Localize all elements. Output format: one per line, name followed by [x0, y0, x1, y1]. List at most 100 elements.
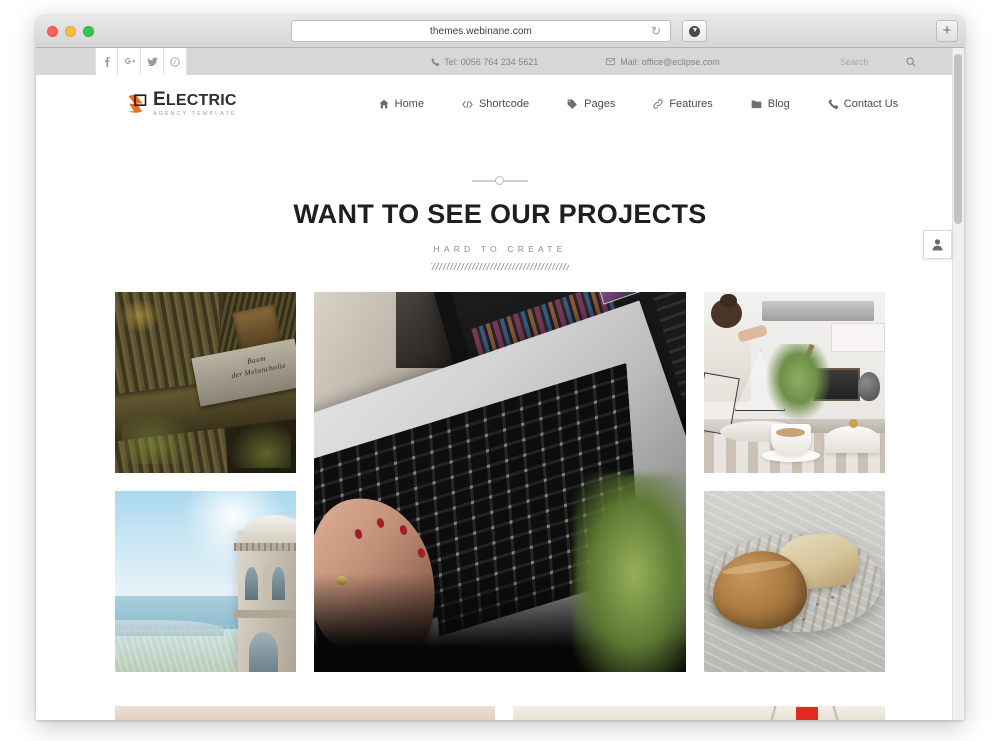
browser-titlebar: themes.webinane.com ↻ +: [36, 15, 964, 48]
line-with-circle-divider-icon: [472, 175, 528, 185]
new-tab-button[interactable]: +: [936, 20, 958, 42]
address-bar[interactable]: themes.webinane.com ↻: [291, 20, 671, 42]
range-hood: [761, 301, 875, 321]
twitter-icon[interactable]: [141, 48, 164, 75]
nav-item-home[interactable]: Home: [379, 98, 424, 110]
phone-icon: [828, 99, 838, 109]
autumn-leaves: [120, 299, 161, 332]
decor-stroke: [768, 706, 777, 720]
tree-with-sign-image: Baum der Melancholie: [115, 292, 296, 473]
kitchen-cabinet: [830, 322, 885, 352]
bread-on-board-image: [704, 491, 885, 672]
project-gallery: Baum der Melancholie: [115, 292, 885, 672]
folder-icon: [751, 100, 762, 108]
nav-label: Shortcode: [478, 98, 530, 110]
site-logo[interactable]: ELECTRIC AGENCY TEMPLATE: [126, 90, 237, 117]
desktop-backdrop: themes.webinane.com ↻ + Tel: 0056 764 23…: [0, 0, 1000, 741]
site-header: ELECTRIC AGENCY TEMPLATE Home Shortcode: [36, 75, 964, 133]
gallery-item-kitchen-scene[interactable]: [704, 292, 885, 473]
logo-tagline: AGENCY TEMPLATE: [153, 111, 237, 118]
tower-column: [263, 565, 271, 604]
nav-label: Blog: [767, 98, 790, 110]
cake-dome: [825, 425, 880, 454]
user-icon: [932, 239, 943, 251]
decor-stroke: [832, 706, 840, 720]
logo-text: ELECTRIC AGENCY TEMPLATE: [153, 90, 237, 117]
mail-text: Mail: office@eclipse.com: [620, 56, 720, 67]
logo-initial: E: [153, 89, 166, 111]
moss-patch-left: [122, 413, 195, 464]
phone-text: Tel: 0056 764 234 5621: [444, 56, 539, 67]
close-window-button[interactable]: [47, 26, 58, 37]
potted-plant: [765, 344, 831, 421]
kettle: [857, 371, 880, 401]
link-icon: [653, 99, 663, 109]
gallery-item-coastal-tower[interactable]: [115, 491, 296, 672]
search-icon[interactable]: [906, 57, 916, 67]
account-tab[interactable]: [923, 230, 952, 259]
cake-dome-knob: [848, 418, 858, 428]
nav-item-features[interactable]: Features: [653, 98, 713, 110]
code-icon: [462, 100, 473, 108]
tower-cornice: [234, 543, 296, 551]
page-subtitle: HARD TO CREATE: [433, 244, 567, 254]
woman-hair-bun: [720, 293, 737, 309]
scrollbar-thumb[interactable]: [954, 54, 962, 224]
nav-item-pages[interactable]: Pages: [567, 98, 615, 110]
phone-icon: [431, 57, 440, 66]
lightning-bolt-icon: [126, 93, 148, 115]
nav-item-blog[interactable]: Blog: [751, 98, 790, 110]
nav-label: Contact Us: [843, 98, 899, 110]
facebook-icon[interactable]: [95, 48, 118, 75]
download-glyph: [689, 25, 700, 37]
gallery-next-row: [115, 706, 885, 720]
minimize-window-button[interactable]: [65, 26, 76, 37]
social-links: [95, 48, 187, 75]
tower-base-band: [234, 610, 296, 618]
gallery-item-laptop-with-hand[interactable]: [314, 292, 686, 672]
nav-label: Pages: [584, 98, 616, 110]
hatched-line-divider-icon: [431, 263, 569, 270]
home-icon: [379, 99, 389, 109]
phone-info: Tel: 0056 764 234 5621: [431, 57, 538, 67]
url-text: themes.webinane.com: [430, 25, 532, 37]
tower-lower-arch: [248, 632, 278, 672]
topbar-search: [840, 48, 916, 75]
tower-arch: [272, 567, 286, 600]
moss-patch-right: [229, 420, 291, 468]
gallery-item-tree-with-sign[interactable]: Baum der Melancholie: [115, 292, 296, 473]
nav-item-contact-us[interactable]: Contact Us: [828, 98, 898, 110]
kitchen-scene-image: [704, 292, 885, 473]
logo-rest: LECTRIC: [165, 92, 237, 110]
page-viewport: Tel: 0056 764 234 5621 Mail: office@ecli…: [36, 48, 964, 720]
maximize-window-button[interactable]: [83, 26, 94, 37]
nav-label: Features: [669, 98, 713, 110]
page-scrollbar[interactable]: [952, 48, 964, 720]
site-topbar: Tel: 0056 764 234 5621 Mail: office@ecli…: [36, 48, 964, 75]
tea-surface: [776, 427, 806, 437]
tower-dome: [245, 514, 296, 544]
nav-item-shortcode[interactable]: Shortcode: [462, 98, 529, 110]
red-object: [796, 707, 819, 720]
search-input[interactable]: [840, 56, 894, 67]
blurred-plant: [574, 474, 686, 672]
gallery-item-bread-on-board[interactable]: [704, 491, 885, 672]
gallery-item-partial-peach[interactable]: [115, 706, 495, 720]
mail-info: Mail: office@eclipse.com: [606, 57, 720, 67]
browser-window: themes.webinane.com ↻ + Tel: 0056 764 23…: [36, 15, 964, 720]
download-icon[interactable]: [682, 20, 707, 42]
gallery-item-partial-cream[interactable]: [513, 706, 885, 720]
google-plus-icon[interactable]: [118, 48, 141, 75]
reload-icon[interactable]: ↻: [649, 24, 663, 38]
main-nav: Home Shortcode Pages Features Blog Conta…: [379, 98, 898, 110]
nav-label: Home: [394, 98, 424, 110]
pinterest-icon[interactable]: [164, 48, 187, 75]
window-controls: [47, 26, 94, 37]
envelope-icon: [606, 58, 616, 65]
section-heading: WANT TO SEE OUR PROJECTS HARD TO CREATE: [36, 133, 964, 270]
divider-circle: [495, 176, 504, 185]
laptop-with-hand-image: [314, 292, 686, 672]
crumb: [830, 595, 834, 599]
tower-arch: [245, 567, 258, 600]
logo-title: ELECTRIC: [153, 90, 237, 109]
